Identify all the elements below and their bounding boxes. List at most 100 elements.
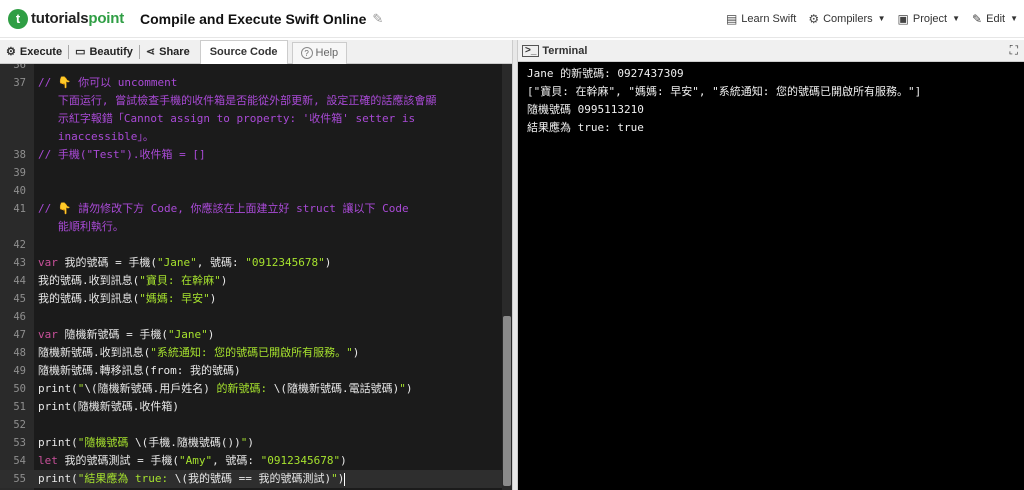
code-text: var 隨機新號碼 = 手機("Jane") [34, 326, 494, 344]
code-comment: 能順利執行。 [38, 220, 124, 233]
line-number: 45 [13, 293, 26, 305]
code-line[interactable]: 38 // 手機("Test").收件箱 = [] [0, 146, 502, 164]
code-line[interactable]: 51 print(隨機新號碼.收件箱) [0, 398, 502, 416]
code-line[interactable]: 54 let 我的號碼測試 = 手機("Amy", 號碼: "0912345678… [0, 452, 502, 470]
nav-edit[interactable]: ✎ Edit ▼ [972, 12, 1018, 26]
terminal-line: Jane 的新號碼: 0927437309 [527, 67, 684, 80]
code-text: 下面运行, 嘗試檢查手機的收件箱是否能從外部更新, 設定正確的話應該會顯 [34, 92, 494, 110]
nav-project[interactable]: ▣ Project ▼ [898, 12, 961, 26]
caret-down-icon: ▼ [877, 14, 886, 23]
code-line[interactable]: 46 [0, 308, 502, 326]
code-string: "0912345678" [260, 454, 341, 467]
code-editor[interactable]: 36 37 // 👇 你可以 uncomment 下面运行, 嘗試檢查手機的收件箱是… [0, 64, 512, 490]
line-number: 46 [13, 311, 26, 323]
code-line[interactable]: 53 print("隨機號碼 \(手機.隨機號碼())") [0, 434, 502, 452]
tutorialspoint-logo[interactable]: t tutorialspoint [8, 8, 126, 29]
edit-title-icon[interactable]: ✎ [372, 11, 383, 27]
code-line[interactable]: 47 var 隨機新號碼 = 手機("Jane") [0, 326, 502, 344]
code-token: print( [38, 436, 78, 449]
code-line[interactable]: inaccessible」。 [0, 128, 502, 146]
code-line[interactable]: 41 // 👇 請勿修改下方 Code, 你應該在上面建立好 struct 讓以下… [0, 200, 502, 218]
code-string: " [399, 382, 406, 395]
line-number: 49 [13, 365, 26, 377]
nav-learn-swift[interactable]: ▤ Learn Swift [726, 12, 796, 26]
code-line[interactable]: 49 隨機新號碼.轉移訊息(from: 我的號碼) [0, 362, 502, 380]
line-number: 38 [13, 149, 26, 161]
code-line[interactable]: 36 [0, 64, 502, 74]
code-line[interactable]: 下面运行, 嘗試檢查手機的收件箱是否能從外部更新, 設定正確的話應該會顯 [0, 92, 502, 110]
line-number: 41 [13, 203, 26, 215]
code-content[interactable]: 36 37 // 👇 你可以 uncomment 下面运行, 嘗試檢查手機的收件箱是… [0, 64, 502, 488]
code-string: 的新號碼: [209, 382, 274, 395]
fullscreen-icon[interactable]: ⛶ [1010, 43, 1018, 58]
share-button[interactable]: ⋖ Share [140, 40, 196, 64]
code-line[interactable]: 52 [0, 416, 502, 434]
share-icon: ⋖ [145, 46, 156, 58]
terminal-output[interactable]: Jane 的新號碼: 0927437309 ["寶貝: 在幹麻", "媽媽: 早安… [518, 62, 1024, 490]
editor-toolbar: ⚙ Execute ▭ Beautify ⋖ Share Source Code… [0, 39, 512, 64]
scrollbar-thumb[interactable] [503, 316, 511, 486]
line-number: 48 [13, 347, 26, 359]
code-line[interactable]: 示紅字報錯「Cannot assign to property: '收件箱' s… [0, 110, 502, 128]
nav-label: Project [912, 12, 948, 25]
code-line[interactable]: 37 // 👇 你可以 uncomment [0, 74, 502, 92]
code-token: ) [337, 472, 345, 485]
code-line[interactable]: 能順利執行。 [0, 218, 502, 236]
monitor-icon: ▭ [75, 46, 86, 58]
code-line[interactable]: 42 [0, 236, 502, 254]
text-cursor [344, 472, 346, 486]
tab-source-code[interactable]: Source Code [199, 39, 288, 64]
code-token: 我的號碼 = 手機( [57, 256, 157, 269]
logo-mark-icon: t [8, 8, 28, 29]
line-number [0, 92, 34, 110]
line-number [0, 128, 34, 146]
code-string: "媽媽: 早安" [139, 292, 210, 305]
code-line[interactable]: 39 [0, 164, 502, 182]
code-comment: inaccessible」。 [38, 130, 154, 143]
code-string: " [331, 472, 338, 485]
help-label: Help [315, 47, 339, 59]
nav-compilers[interactable]: ⚙ Compilers ▼ [808, 12, 885, 26]
code-keyword: let [38, 454, 58, 467]
line-number [0, 218, 34, 236]
code-comment: // 👇 請勿修改下方 Code, 你應該在上面建立好 struct 讓以下 C… [38, 202, 409, 215]
code-text: let 我的號碼測試 = 手機("Amy", 號碼: "0912345678") [34, 452, 494, 470]
code-line[interactable]: 45 我的號碼.收到訊息("媽媽: 早安") [0, 290, 502, 308]
code-line[interactable]: 50 print(" \(隨機新號碼.用戶姓名) 的新號碼: \(隨機新號碼.電話號… [0, 380, 502, 398]
code-text: // 👇 你可以 uncomment [34, 74, 494, 92]
caret-down-icon: ▼ [952, 14, 961, 23]
code-text: 能順利執行。 [34, 218, 494, 236]
code-text: 隨機新號碼.收到訊息("系統通知: 您的號碼已開啟所有服務。") [34, 344, 494, 362]
folder-icon: ▣ [897, 11, 909, 26]
line-number: 55 [13, 473, 26, 485]
code-token: , 號碼: [212, 454, 261, 467]
help-icon: ? [300, 47, 313, 59]
code-token: ) [207, 328, 215, 341]
code-string: "0912345678" [245, 256, 325, 269]
code-token: , 號碼: [196, 256, 246, 269]
code-line[interactable]: 44 我的號碼.收到訊息("寶貝: 在幹麻") [0, 272, 502, 290]
code-token: 隨機新號碼.收到訊息( [38, 346, 151, 359]
code-line[interactable]: 55 print("結果應為 true: \(我的號碼 == 我的號碼測試)") [0, 470, 502, 488]
beautify-button[interactable]: ▭ Beautify [69, 40, 139, 64]
code-text: var 我的號碼 = 手機("Jane", 號碼: "0912345678") [34, 254, 494, 272]
code-token: 我的號碼測試 = 手機( [57, 454, 179, 467]
terminal-line: 隨機號碼 0995113210 [527, 103, 644, 116]
code-line[interactable]: 48 隨機新號碼.收到訊息("系統通知: 您的號碼已開啟所有服務。") [0, 344, 502, 362]
editor-scrollbar[interactable] [502, 64, 512, 490]
code-token: print( [38, 472, 78, 485]
tab-help[interactable]: ? Help [291, 41, 348, 64]
title-area: Compile and Execute Swift Online ✎ [140, 11, 383, 27]
code-token: ) [340, 454, 347, 467]
code-text: // 手機("Test").收件箱 = [] [34, 146, 494, 164]
code-comment: // 👇 你可以 uncomment [38, 76, 178, 89]
terminal-header: >_ Terminal ⛶ [518, 40, 1024, 62]
code-token: \(隨機新號碼.用戶姓名) [84, 382, 210, 395]
code-line[interactable]: 40 [0, 182, 502, 200]
code-line[interactable]: 43 var 我的號碼 = 手機("Jane", 號碼: "0912345678"… [0, 254, 502, 272]
code-comment: 示紅字報錯「Cannot assign to property: '收件箱' s… [38, 112, 416, 125]
execute-button[interactable]: ⚙ Execute [0, 40, 68, 64]
